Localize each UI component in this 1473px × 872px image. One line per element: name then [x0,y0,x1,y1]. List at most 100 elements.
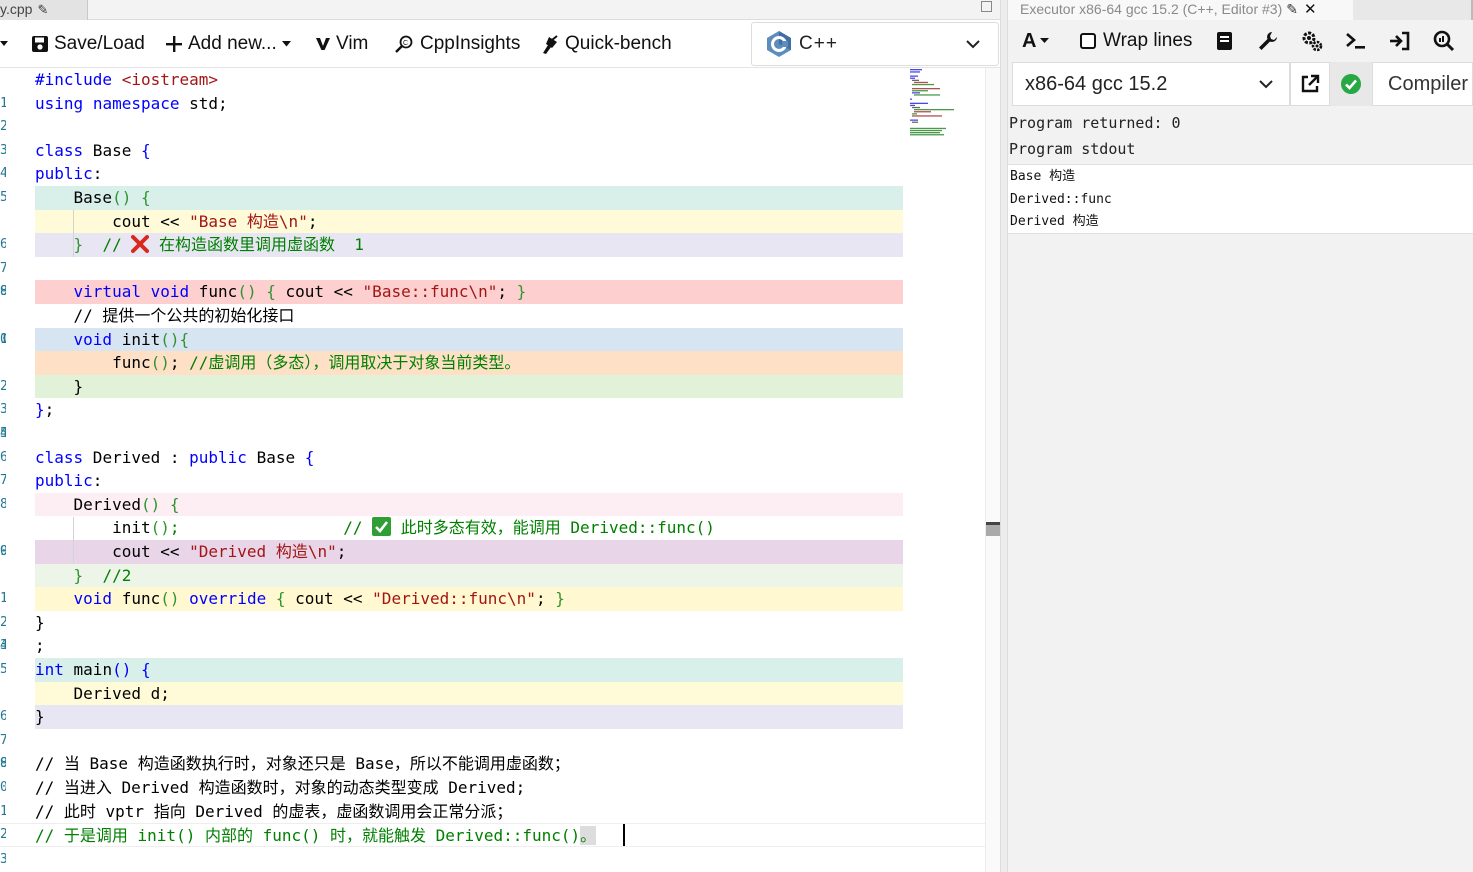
executor-tab-title: Executor x86-64 gcc 15.2 (C++, Editor #3… [1020,1,1283,17]
cross-mark-icon [131,235,150,254]
editor-tab-strip [88,0,1000,20]
svg-text:C: C [403,40,408,47]
chevron-down-icon [1259,76,1273,94]
code-line: 5 }; [0,400,55,441]
vim-label: Vim [336,33,369,54]
quickbench-label: Quick-bench [565,33,672,54]
wrap-lines-toggle[interactable]: Wrap lines [1080,20,1192,62]
language-select[interactable]: C++ [751,22,999,66]
code-line: 3 func(); //虚调用（多态），调用取决于对象当前类型。 [0,351,985,417]
code-line: 0 // 当 Base 构造函数执行时，对象还只是 Base，所以不能调用虚函数… [0,754,570,795]
compile-status[interactable] [1330,62,1372,106]
indent-guide [73,210,74,257]
program-stdout-label: Program stdout [1009,140,1136,158]
wrap-lines-label: Wrap lines [1103,30,1193,51]
compiler-options-input[interactable]: Compiler [1372,62,1473,106]
code-line: 7 class Derived : public Base { [0,447,315,489]
wrap-checkbox-icon[interactable] [1080,33,1096,49]
code-line: 4 class Base { [0,140,151,182]
plus-icon [166,36,182,52]
code-line: 1 // 提供一个公共的初始化接口 [0,306,295,347]
font-size-button[interactable]: A [1022,20,1050,62]
font-icon: A [1022,29,1037,52]
chevron-down-icon [966,36,980,54]
compiler-row: x86-64 gcc 15.2 Compiler [1008,62,1473,106]
execution-settings-button[interactable] [1301,20,1323,62]
code-line: 8 } // 在构造函数里调用虚函数 1 [0,233,985,299]
minimap[interactable] [909,68,985,138]
check-mark-icon [372,517,392,537]
output-analysis-button[interactable] [1433,20,1455,62]
vim-button[interactable]: Vim [316,20,368,68]
code-line: 9 Derived() { [0,492,985,559]
editor-tab[interactable]: y.cpp ✎ [0,0,88,20]
code-line: 6 [0,449,6,465]
code-line: 2 // 此时 vptr 指向 Derived 的虚表，虚函数调用会正常分派； [0,801,513,843]
code-line: 2 void init(){ [0,327,985,394]
book-icon [1217,32,1232,50]
code-line: 9 [0,284,6,300]
editor-scrollbar[interactable] [985,68,1000,872]
output-meta: Program returned: 0 Program stdout [1008,110,1473,162]
current-code-line: 3 // 于是调用 init() 内部的 func() 时，就能触发 Deriv… [0,823,985,867]
code-line: 5 public: [0,164,103,205]
editor-tab-title: y.cpp [0,1,33,17]
stdin-button[interactable] [1389,20,1411,62]
editor-pane: y.cpp ✎ Save/Load Add new... Vim C CppIn… [0,0,1000,872]
quickbench-icon [540,34,559,54]
code-line: 2 } //2 [0,563,985,630]
code-line: 0 init(); // 此时多态有效，能调用 Derived::func() [0,517,715,559]
code-line: 7 cout << "Base 构造\n"; [0,209,985,276]
executor-pane: Executor x86-64 gcc 15.2 (C++, Editor #3… [1008,0,1473,872]
popout-button[interactable] [1290,62,1330,106]
pane-divider[interactable] [1000,0,1008,872]
code-line: 3 [0,142,6,158]
save-icon [32,36,48,52]
code-line: 3 void func() override { cout << "Derive… [0,587,985,653]
executor-tab[interactable]: Executor x86-64 gcc 15.2 (C++, Editor #3… [1008,0,1353,20]
stdout-output: Base 构造 Derived::func Derived 构造 [1008,164,1473,234]
language-label: C++ [799,33,838,54]
executor-tab-strip [1353,0,1473,20]
compiler-name: x86-64 gcc 15.2 [1025,72,1168,95]
text-cursor [623,824,625,846]
code-line: 6 Base() { [0,186,985,252]
compiler-select[interactable]: x86-64 gcc 15.2 [1012,62,1290,106]
cppinsights-button[interactable]: C CppInsights [395,20,520,68]
libraries-button[interactable] [1216,20,1234,62]
code-line: 4 } [0,374,985,441]
add-new-button[interactable]: Add new... [166,20,291,68]
program-returned: Program returned: 0 [1009,114,1181,132]
compiler-options-button[interactable] [1258,20,1278,62]
code-line: 5 ; [0,636,45,677]
close-icon[interactable]: ✕ [1304,1,1317,18]
chevron-down-icon [281,41,291,47]
check-circle-icon [1341,74,1361,94]
quickbench-button[interactable]: Quick-bench [540,20,672,68]
terminal-icon [1346,33,1365,49]
maximize-icon[interactable] [981,1,992,12]
stdout-line: Derived 构造 [1010,214,1099,229]
code-line: 1 cout << "Derived 构造\n"; [0,540,985,606]
pencil-icon[interactable]: ✎ [37,2,48,17]
toolbar-dropdown-arrow[interactable] [0,20,8,68]
cpp-logo-icon [767,31,791,57]
execution-args-button[interactable] [1345,20,1367,62]
stdout-line: Base 构造 [1010,169,1076,184]
input-arrow-icon [1390,31,1410,51]
add-new-label: Add new... [188,33,277,54]
code-editor[interactable]: 1 #include <iostream> 2 using namespace … [0,68,985,872]
code-line: 2 using namespace std; [0,93,228,135]
chevron-down-icon [0,41,8,46]
code-line: 9 [0,756,6,772]
scrollbar-cursor-marker [986,522,1000,525]
chevron-down-icon [1040,38,1050,43]
save-load-button[interactable]: Save/Load [32,20,145,68]
wrench-icon [1259,32,1277,50]
pencil-icon[interactable]: ✎ [1286,1,1298,17]
vim-icon [316,37,330,51]
stdout-line: Derived::func [1010,191,1112,207]
search-chart-icon [1433,30,1455,52]
code-line: 7 Derived d; [0,681,985,748]
executor-toolbar: A Wrap lines [1008,20,1473,62]
